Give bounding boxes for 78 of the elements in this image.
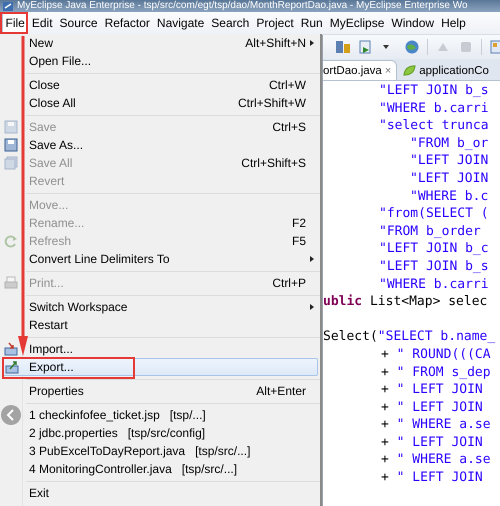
tab-label: ortDao.java xyxy=(323,64,382,76)
window-title: MyEclipse Java Enterprise - tsp/src/com/egt/tsp/dao/MonthReportDao.java - MyEclipse Enterprise Wo xyxy=(17,0,468,12)
back-button[interactable] xyxy=(1,405,21,425)
menu-entry[interactable]: Restart xyxy=(0,316,320,334)
menu-item[interactable]: Refactor xyxy=(101,13,154,33)
menu-entry[interactable]: New Alt+Shift+N xyxy=(0,34,320,52)
editor-tab[interactable]: ortDao.java × xyxy=(323,60,398,80)
menu-item[interactable]: Navigate xyxy=(153,13,208,33)
file-path: [tsp/src/config] xyxy=(128,426,206,440)
editor-tab[interactable]: applicationCo xyxy=(397,61,494,80)
menu-item[interactable]: Search xyxy=(208,13,253,33)
shortcut-text: Ctrl+P xyxy=(272,276,306,290)
floppy-disks-icon xyxy=(4,156,18,170)
code-line: "FROM b_order xyxy=(379,222,481,240)
import-icon xyxy=(4,342,18,356)
shortcut-text: F2 xyxy=(292,216,306,230)
server-icon[interactable] xyxy=(335,39,351,55)
code-line: "WHERE b.carri xyxy=(379,100,489,118)
file-path: [tsp/src/...] xyxy=(182,462,238,476)
shortcut-text: Ctrl+S xyxy=(272,120,306,134)
menu-entry[interactable]: Convert Line Delimiters To xyxy=(0,250,320,268)
highlight-frame xyxy=(0,12,28,34)
code-line: + " LEFT JOIN xyxy=(381,469,483,487)
menu-entry[interactable]: 2 jdbc.properties [tsp/src/config] xyxy=(0,424,320,442)
shortcut-text: Ctrl+Shift+S xyxy=(241,156,306,170)
code-line: "LEFT JOIN xyxy=(410,170,488,188)
menu-item[interactable]: Edit xyxy=(28,13,56,33)
menu-item[interactable]: MyEclipse xyxy=(326,13,388,33)
code-line: + " WHERE a.se xyxy=(381,451,491,470)
menu-entry[interactable]: Close Ctrl+W xyxy=(0,76,320,94)
file-path: [tsp/src/...] xyxy=(195,444,250,458)
app-icon xyxy=(3,2,13,10)
menu-entry[interactable]: Save As... xyxy=(0,136,320,154)
code-line: "WHERE b.carri xyxy=(379,276,489,294)
menu-item[interactable]: Source xyxy=(56,13,102,33)
code-line: + " ROUND(((CA xyxy=(381,346,491,364)
menu-entry[interactable]: Export... xyxy=(2,358,318,376)
shortcut-text: Ctrl+W xyxy=(269,78,306,92)
refresh-icon xyxy=(4,234,18,248)
code-line: "LEFT JOIN b_s xyxy=(379,258,489,276)
menu-entry[interactable]: Exit xyxy=(0,484,320,502)
menu-item[interactable]: Project xyxy=(252,13,298,33)
code-line: "FROM b_or xyxy=(410,134,488,152)
code-line: "from(SELECT ( xyxy=(379,205,489,223)
menu-entry[interactable]: Switch Workspace xyxy=(0,298,320,316)
code-line: + " LEFT JOIN xyxy=(381,398,483,416)
menu-item[interactable]: Help xyxy=(438,13,470,33)
shortcut-text: F5 xyxy=(292,234,306,248)
menu-entry[interactable]: Open File... xyxy=(0,52,320,70)
menu-entry[interactable]: 1 checkinfofee_ticket.jsp [tsp/...] xyxy=(0,406,320,424)
code-line: + " LEFT JOIN xyxy=(381,434,483,452)
menu-entry[interactable]: Properties Alt+Enter xyxy=(0,382,320,400)
shortcut-text: Ctrl+Shift+W xyxy=(238,96,306,110)
code-line: "LEFT JOIN b_c xyxy=(379,240,489,258)
code-line: Select("SELECT b.name_ xyxy=(323,328,496,346)
export-icon xyxy=(5,360,19,374)
code-line: + " WHERE a.se xyxy=(381,416,491,434)
menu-entry[interactable]: Import... xyxy=(0,340,320,358)
code-line: "select trunca xyxy=(379,117,489,135)
code-line: + " FROM s_dep xyxy=(381,364,491,382)
code-line: ublic List<Map> selec xyxy=(323,293,488,311)
code-line: "LEFT JOIN xyxy=(410,152,488,170)
printer-icon xyxy=(4,276,18,290)
close-icon[interactable]: × xyxy=(384,64,392,76)
code-line: + " LEFT JOIN xyxy=(381,381,483,399)
code-line: "LEFT JOIN b_s xyxy=(379,82,489,100)
code-line: "WHERE b.c xyxy=(410,188,488,206)
tab-label: applicationCo xyxy=(419,64,489,76)
leaf-icon xyxy=(403,64,416,77)
file-path: [tsp/...] xyxy=(170,408,206,422)
menu-entry[interactable]: Close All Ctrl+Shift+W xyxy=(0,94,320,112)
globe-icon[interactable] xyxy=(404,39,420,55)
menu-item[interactable]: Window xyxy=(388,13,438,33)
menu-item[interactable]: Run xyxy=(297,13,326,33)
shortcut-text: Alt+Enter xyxy=(256,384,306,398)
shortcut-text: Alt+Shift+N xyxy=(245,36,306,50)
menu-entry[interactable]: 3 PubExcelToDayReport.java [tsp/src/...] xyxy=(0,442,320,460)
menu-entry[interactable]: 4 MonitoringController.java [tsp/src/...] xyxy=(0,460,320,478)
